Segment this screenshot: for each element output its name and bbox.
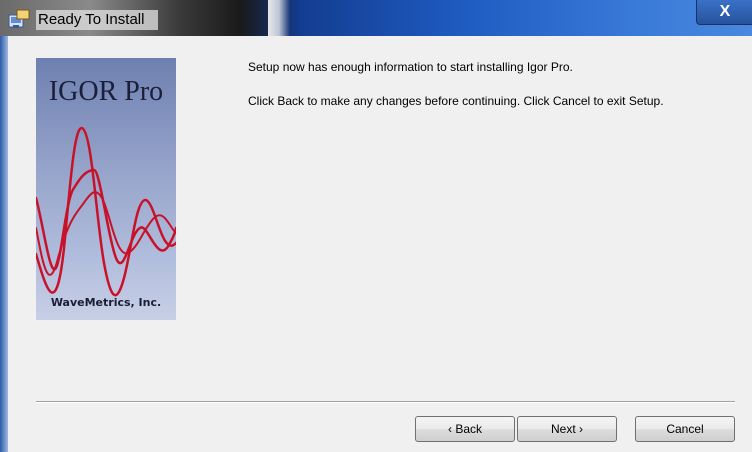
close-icon: X [719,3,731,20]
logo-company: WaveMetrics, Inc. [50,296,162,309]
instruction-message: Click Back to make any changes before co… [248,94,664,108]
window-frame-left [0,36,8,452]
installer-icon [8,9,30,29]
installer-window: Ready To Install X IGOR Pro WaveMetrics,… [0,0,752,452]
next-button[interactable]: Next › [517,416,617,442]
title-bar[interactable]: Ready To Install X [0,0,752,36]
close-button[interactable]: X [696,0,752,25]
info-message: Setup now has enough information to star… [248,60,573,74]
product-logo: IGOR Pro WaveMetrics, Inc. [36,58,176,320]
window-title: Ready To Install [36,10,159,30]
logo-title: IGOR Pro [48,76,164,107]
back-button[interactable]: ‹ Back [415,416,515,442]
button-separator [36,401,735,403]
cancel-button[interactable]: Cancel [635,416,735,442]
